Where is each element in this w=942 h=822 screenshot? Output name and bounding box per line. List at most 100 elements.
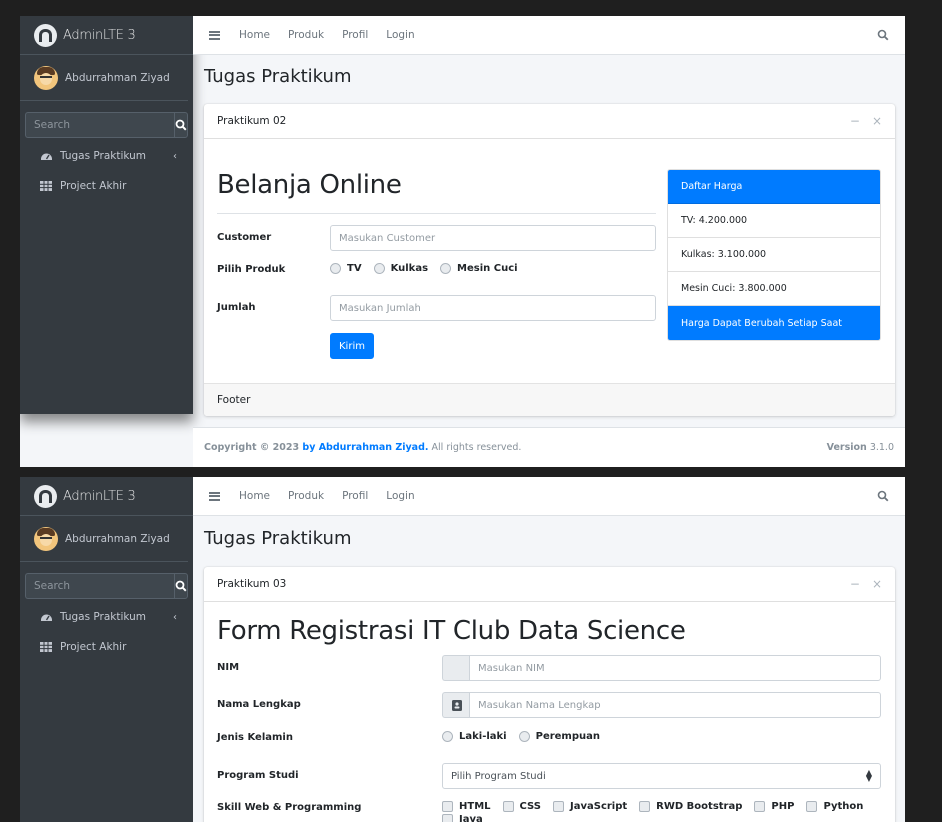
jumlah-input[interactable] [330,295,656,321]
top-nav-links: Home Produk Profil Login [230,490,424,502]
price-item-mesin-cuci: Mesin Cuci: 3.800.000 [668,272,880,306]
nav-link-produk[interactable]: Produk [279,490,333,502]
checkbox-box[interactable] [806,801,818,812]
card-header: Praktikum 03 − × [204,567,895,602]
form-heading: Form Registrasi IT Club Data Science [217,616,686,646]
customer-input[interactable] [330,225,656,251]
navbar-search-button[interactable] [877,29,889,41]
sidebar-search-input[interactable] [25,573,174,599]
price-list-header: Daftar Harga [668,170,880,204]
sidebar-search-button[interactable] [174,112,188,138]
navbar-search-button[interactable] [877,490,889,502]
skill-label: Skill Web & Programming [217,802,362,813]
nav-link-login[interactable]: Login [377,29,423,41]
radio-laki-laki[interactable]: Laki-laki [442,731,507,742]
checkbox-java[interactable]: Java [442,814,483,822]
price-list: Daftar Harga TV: 4.200.000 Kulkas: 3.100… [667,169,881,341]
checkbox-rwd-bootstrap[interactable]: RWD Bootstrap [639,801,742,812]
radio-tv[interactable]: TV [330,263,362,274]
radio-perempuan[interactable]: Perempuan [518,731,600,742]
card-praktikum-03: Praktikum 03 − × Form Registrasi IT Club… [204,567,895,822]
kirim-button[interactable]: Kirim [330,333,374,359]
hamburger-menu-icon[interactable] [209,491,220,501]
rights-text: All rights reserved. [428,442,522,453]
checkbox-box[interactable] [442,801,453,812]
minimize-icon[interactable]: − [850,578,860,590]
sidebar-search [25,573,188,599]
prodi-selected-value: Pilih Program Studi [451,770,546,782]
user-panel[interactable]: Abdurrahman Ziyad [20,516,188,562]
user-panel[interactable]: Abdurrahman Ziyad [20,55,188,101]
author-link[interactable]: by Abdurrahman Ziyad. [302,442,428,453]
sidebar-item-tugas-praktikum[interactable]: Tugas Praktikum ‹ [20,602,193,632]
checkbox-box[interactable] [754,801,766,812]
radio-circle[interactable] [442,731,453,742]
select-arrows-icon: ▲ ▼ [865,767,872,783]
radio-circle[interactable] [330,263,341,274]
nav-link-login[interactable]: Login [377,490,423,502]
avatar [34,526,58,551]
sidebar-item-label: Tugas Praktikum [60,150,147,162]
copyright-text: Copyright © 2023 by Abdurrahman Ziyad. A… [204,442,521,453]
checkbox-box[interactable] [553,801,564,812]
nav-link-profil[interactable]: Profil [333,29,377,41]
checkbox-box[interactable] [639,801,651,812]
checkbox-javascript[interactable]: JavaScript [553,801,627,812]
radio-kulkas[interactable]: Kulkas [373,263,428,274]
chevron-left-icon: ‹ [173,611,177,623]
adminlte-logo-icon [34,484,57,508]
hamburger-menu-icon[interactable] [209,30,220,40]
sidebar-item-tugas-praktikum[interactable]: Tugas Praktikum ‹ [20,141,193,171]
divider [217,213,656,214]
checkbox-php[interactable]: PHP [754,801,794,812]
checkbox-box[interactable] [442,814,453,822]
search-icon [175,119,187,131]
top-nav-links: Home Produk Profil Login [230,29,424,41]
radio-circle[interactable] [373,263,385,274]
produk-radio-group: TV Kulkas Mesin Cuci [330,263,530,274]
price-item-kulkas: Kulkas: 3.100.000 [668,238,880,272]
checkbox-html[interactable]: HTML [442,801,491,812]
sidebar-search [25,112,188,138]
close-icon[interactable]: × [872,578,882,590]
nav-link-produk[interactable]: Produk [279,29,333,41]
checkbox-box[interactable] [502,801,514,812]
form-heading: Belanja Online [217,170,402,200]
sidebar-search-input[interactable] [25,112,174,138]
nim-input-prefix [442,655,470,681]
close-icon[interactable]: × [872,115,882,127]
screenshot-praktikum-03: AdminLTE 3 Abdurrahman Ziyad Tugas Prakt… [20,477,905,822]
card-title: Praktikum 03 [217,578,287,590]
checkbox-label: Python [823,801,864,812]
minimize-icon[interactable]: − [850,115,860,127]
checkbox-label: HTML [459,801,491,812]
checkbox-label: PHP [771,801,795,812]
radio-label: Perempuan [535,731,600,742]
prodi-select[interactable]: Pilih Program Studi ▲ ▼ [442,763,881,789]
checkbox-css[interactable]: CSS [502,801,541,812]
top-navbar: Home Produk Profil Login [193,477,905,516]
card-header: Praktikum 02 − × [204,104,895,139]
sidebar-item-project-akhir[interactable]: Project Akhir [20,171,193,201]
radio-mesin-cuci[interactable]: Mesin Cuci [440,263,518,274]
sidebar-item-project-akhir[interactable]: Project Akhir [20,632,193,662]
nama-label: Nama Lengkap [217,699,301,710]
radio-circle[interactable] [518,731,530,742]
top-navbar: Home Produk Profil Login [193,16,905,55]
brand-text: AdminLTE 3 [63,488,136,504]
nav-link-home[interactable]: Home [230,490,279,502]
skill-checkbox-group: HTML CSS JavaScript RWD Bootstrap PHP Py… [442,801,881,822]
nav-link-home[interactable]: Home [230,29,279,41]
brand-link[interactable]: AdminLTE 3 [20,16,193,55]
radio-label: Laki-laki [459,731,507,742]
nama-input[interactable] [469,692,881,718]
radio-circle[interactable] [440,263,452,274]
nim-input[interactable] [469,655,881,681]
checkbox-python[interactable]: Python [806,801,863,812]
table-icon [39,640,53,654]
brand-link[interactable]: AdminLTE 3 [20,477,193,516]
id-card-icon [442,692,470,718]
nav-link-profil[interactable]: Profil [333,490,377,502]
sidebar-item-label: Project Akhir [60,641,127,653]
sidebar-search-button[interactable] [174,573,188,599]
